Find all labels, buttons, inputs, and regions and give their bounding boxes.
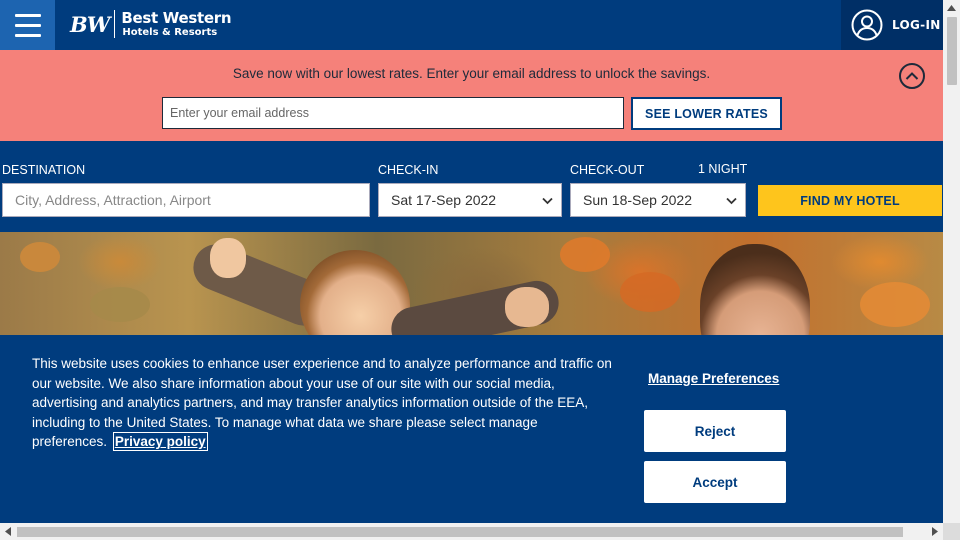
- checkin-select[interactable]: Sat 17-Sep 2022: [378, 183, 562, 217]
- horizontal-scroll-thumb[interactable]: [17, 527, 903, 537]
- logo-mark: BW: [70, 11, 110, 37]
- hotel-search-bar: DESTINATION CHECK-IN Sat 17-Sep 2022 CHE…: [0, 141, 943, 232]
- chevron-down-icon: [726, 197, 737, 205]
- vertical-scroll-thumb[interactable]: [947, 17, 957, 85]
- see-lower-rates-button[interactable]: SEE LOWER RATES: [631, 97, 782, 130]
- chevron-up-circle-icon[interactable]: [899, 63, 925, 89]
- checkout-label: CHECK-OUT: [570, 163, 645, 177]
- logo-divider: [114, 10, 116, 38]
- email-promo-banner: Save now with our lowest rates. Enter yo…: [0, 50, 943, 141]
- checkout-select[interactable]: Sun 18-Sep 2022: [570, 183, 746, 217]
- login-button[interactable]: LOG-IN: [841, 0, 943, 50]
- vertical-scrollbar[interactable]: [943, 0, 960, 523]
- cookie-consent-banner: This website uses cookies to enhance use…: [0, 335, 943, 523]
- destination-input[interactable]: [2, 183, 370, 217]
- manage-preferences-link[interactable]: Manage Preferences: [648, 371, 779, 386]
- logo-brand-name: Best Western: [121, 8, 232, 27]
- nights-count: 1 NIGHT: [698, 162, 748, 176]
- hero-family-photo: [0, 232, 943, 335]
- find-my-hotel-button[interactable]: FIND MY HOTEL: [758, 185, 942, 216]
- scroll-right-arrow-icon[interactable]: [932, 527, 938, 536]
- accept-cookies-button[interactable]: Accept: [644, 461, 786, 503]
- checkin-value: Sat 17-Sep 2022: [391, 192, 497, 208]
- site-header: BW Best Western Hotels & Resorts LOG-IN: [0, 0, 943, 50]
- logo-tagline: Hotels & Resorts: [122, 26, 218, 38]
- destination-label: DESTINATION: [2, 163, 86, 177]
- horizontal-scrollbar[interactable]: [0, 523, 943, 540]
- cookie-message: This website uses cookies to enhance use…: [32, 356, 612, 452]
- promo-message: Save now with our lowest rates. Enter yo…: [232, 66, 711, 81]
- privacy-policy-link[interactable]: Privacy policy: [112, 432, 208, 452]
- login-label: LOG-IN: [892, 18, 941, 32]
- scroll-left-arrow-icon[interactable]: [5, 527, 11, 536]
- checkout-value: Sun 18-Sep 2022: [583, 192, 692, 208]
- best-western-logo[interactable]: BW Best Western Hotels & Resorts: [70, 8, 232, 38]
- scrollbar-corner: [943, 523, 960, 540]
- user-circle-icon: [851, 9, 883, 41]
- checkin-label: CHECK-IN: [378, 163, 439, 177]
- chevron-down-icon: [542, 197, 553, 205]
- reject-cookies-button[interactable]: Reject: [644, 410, 786, 452]
- email-input[interactable]: [162, 97, 624, 129]
- scroll-up-arrow-icon[interactable]: [947, 5, 956, 11]
- hamburger-menu-icon[interactable]: [0, 0, 55, 50]
